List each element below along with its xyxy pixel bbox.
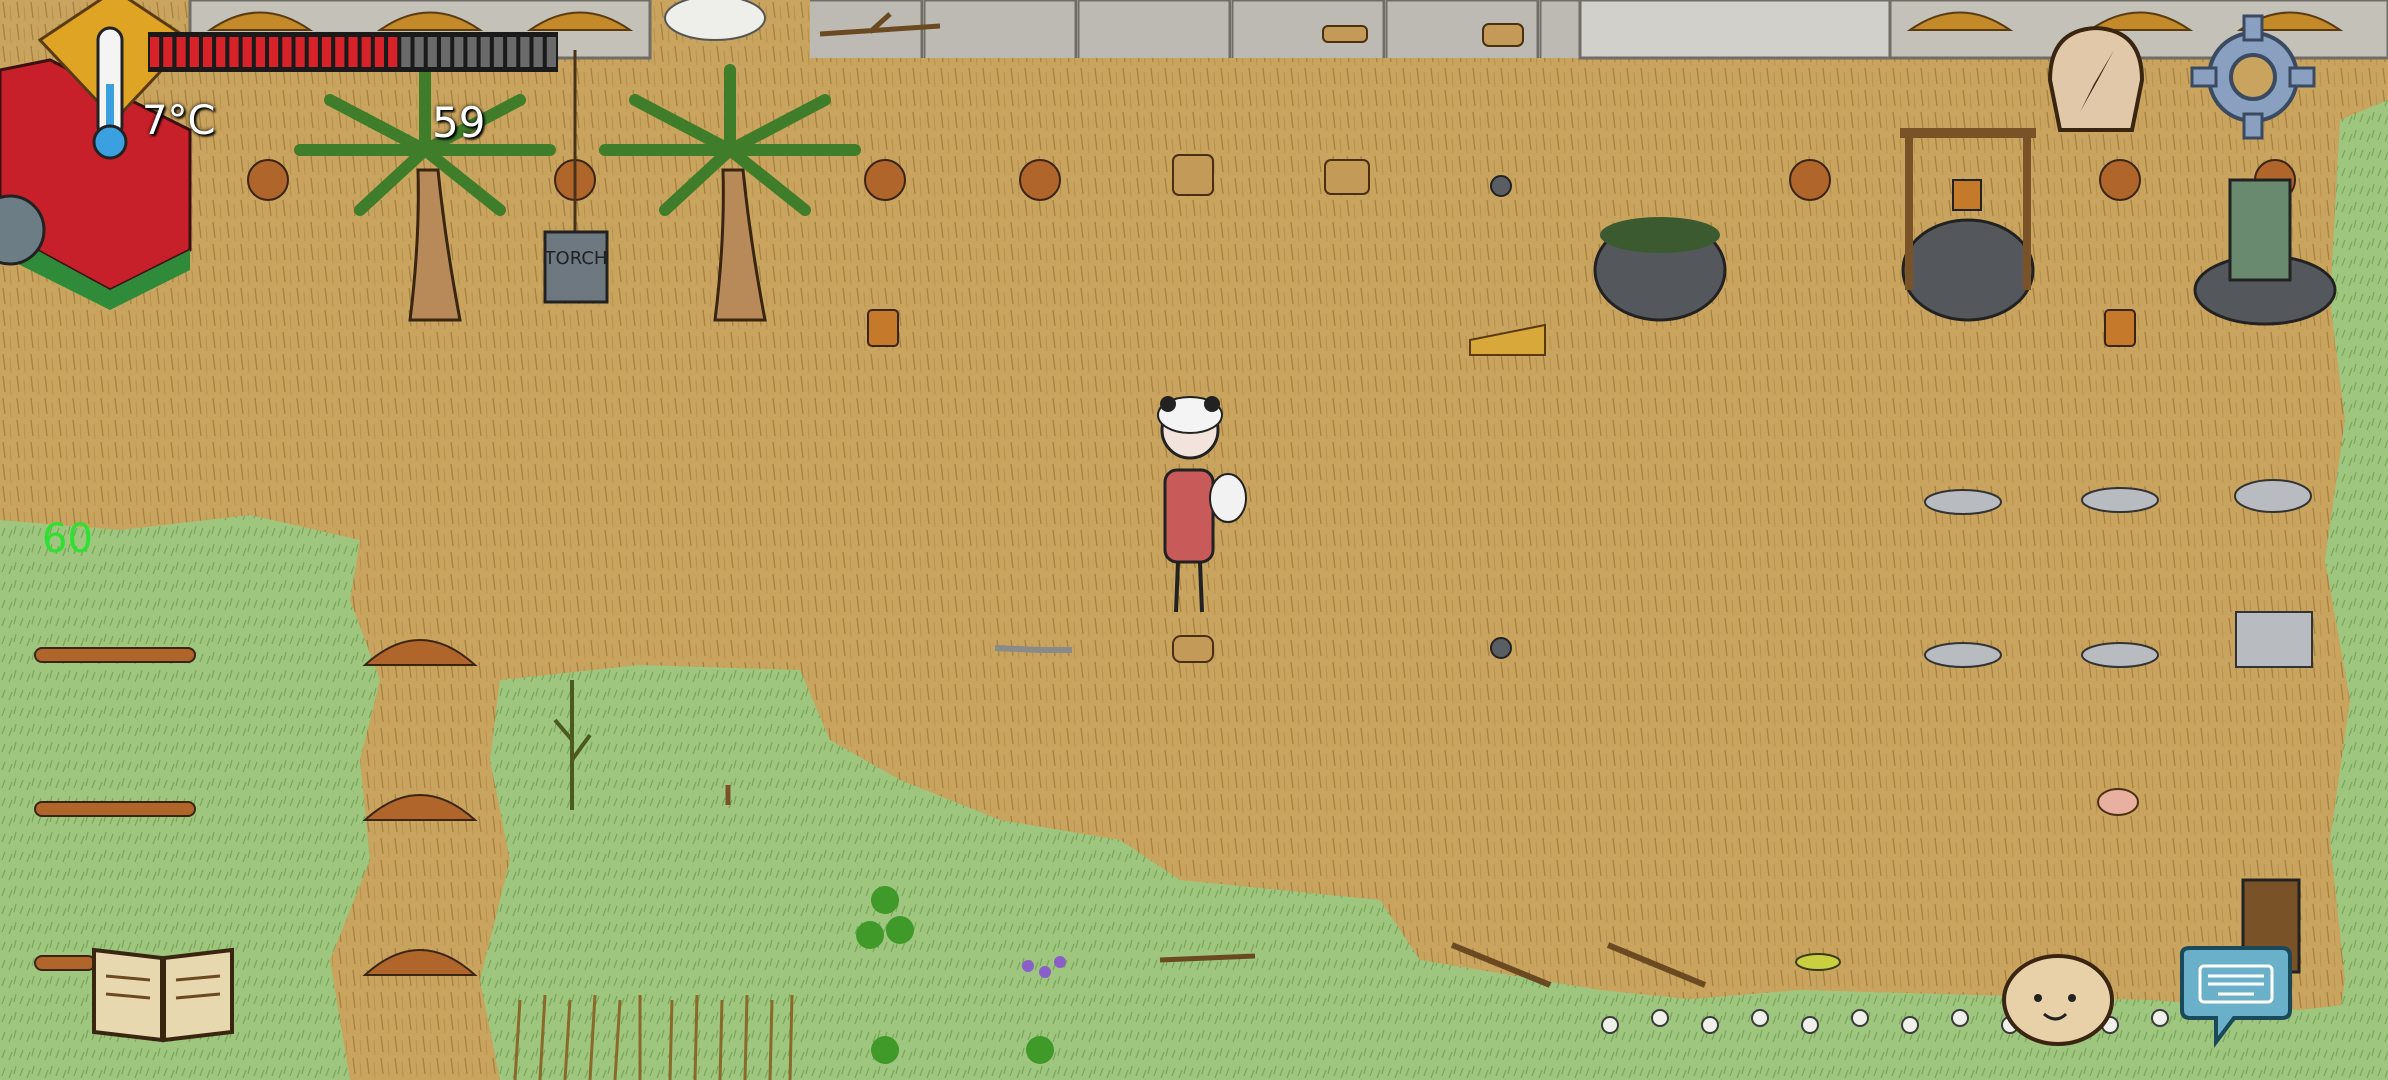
food-pip-empty <box>454 37 464 67</box>
food-pip-full <box>150 37 160 67</box>
stone-well <box>1593 217 1727 322</box>
food-pip-empty <box>533 37 543 67</box>
keyboard-chat-icon <box>2180 946 2292 1048</box>
food-yum-counter: 59 <box>432 98 486 147</box>
food-pip-full <box>202 37 213 67</box>
bowl <box>2097 788 2139 816</box>
temperature-readout: 7°C <box>142 98 216 144</box>
food-pip-full <box>282 37 292 67</box>
food-pip-full <box>348 37 358 67</box>
food-pip-empty <box>493 37 504 67</box>
food-meter <box>148 32 558 72</box>
food-pip-full <box>229 37 239 67</box>
compass-button[interactable] <box>2040 20 2152 138</box>
food-pip-full <box>216 37 226 67</box>
food-pip-full <box>189 37 199 67</box>
sheep-fleece <box>664 0 766 41</box>
food-pip-full <box>295 37 305 67</box>
food-pip-empty <box>414 37 424 67</box>
chat-button[interactable] <box>2172 944 2300 1048</box>
food-pip-full <box>242 37 252 67</box>
thermometer-icon <box>92 26 128 160</box>
knife <box>994 645 1072 653</box>
food-pip-empty <box>546 37 556 67</box>
smiley-face-icon <box>2002 954 2114 1046</box>
tech-tree-button[interactable] <box>88 940 238 1044</box>
book-icon <box>92 947 234 1043</box>
banana-peel <box>1795 953 1841 971</box>
food-pip-empty <box>467 37 477 67</box>
round-stone <box>1490 637 1512 659</box>
food-pip-empty <box>520 37 530 67</box>
food-pip-full <box>361 37 371 67</box>
food-pip-empty <box>507 37 517 67</box>
settings-button[interactable] <box>2190 14 2316 140</box>
food-pip-empty <box>401 37 411 67</box>
food-pip-empty <box>427 37 437 67</box>
food-pip-full <box>388 37 398 67</box>
food-pip-empty <box>441 37 451 67</box>
emote-button[interactable] <box>2000 948 2116 1048</box>
food-pip-full <box>321 37 332 67</box>
compass-icon <box>2047 25 2145 132</box>
food-pip-full <box>308 37 318 67</box>
food-pip-empty <box>480 37 490 67</box>
fps-counter: 60 <box>42 516 93 562</box>
gear-icon <box>2190 14 2316 140</box>
food-pip-full <box>163 37 173 67</box>
food-pip-full <box>176 37 186 67</box>
food-pip-full <box>374 37 384 67</box>
food-pip-full <box>269 37 279 67</box>
game-world[interactable]: TORCH <box>0 0 2388 1080</box>
food-pip-full <box>255 37 265 67</box>
torch-sign-label: TORCH <box>544 248 608 269</box>
food-pip-full <box>335 37 345 67</box>
round-stone <box>1490 175 1512 197</box>
